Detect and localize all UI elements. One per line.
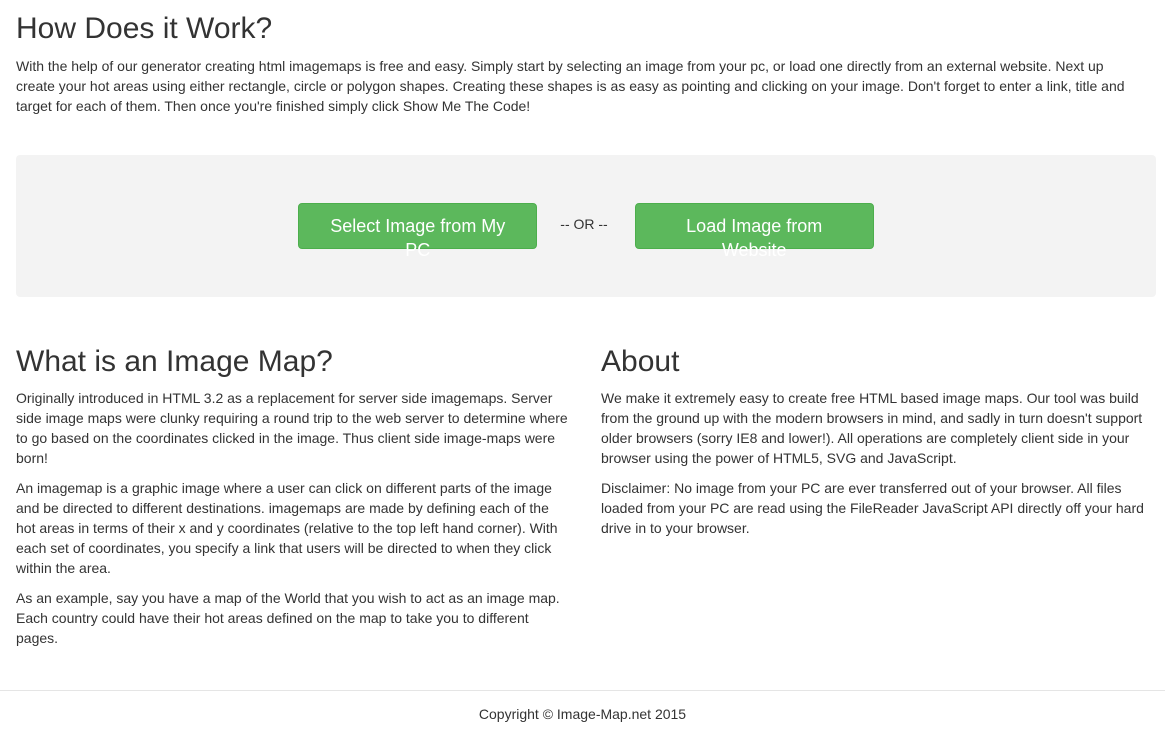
select-image-from-pc-button[interactable]: Select Image from My PC [298, 203, 538, 260]
about-paragraph: We make it extremely easy to create free… [601, 390, 1143, 466]
copyright-text: Copyright © Image-Map.net 2015 [478, 706, 687, 722]
about-heading: About [601, 345, 680, 378]
footer: Copyright © Image-Map.net 2015 [0, 690, 1165, 724]
about-section: About We make it extremely easy to creat… [601, 345, 1156, 548]
disclaimer-paragraph: Disclaimer: No image from your PC are ev… [601, 480, 1144, 536]
what-is-image-map-heading: What is an Image Map? [16, 345, 333, 378]
what-is-paragraph: Originally introduced in HTML 3.2 as a r… [16, 390, 568, 466]
load-image-from-website-button[interactable]: Load Image from Website [634, 203, 874, 260]
how-it-works-section: How Does it Work? With the help of our g… [16, 0, 1156, 126]
intro-paragraph: With the help of our generator creating … [16, 58, 1125, 114]
what-is-paragraph: An imagemap is a graphic image where a u… [16, 480, 558, 576]
page-title: How Does it Work? [16, 12, 273, 45]
what-is-paragraph: As an example, say you have a map of the… [16, 590, 560, 646]
image-source-panel: Select Image from My PC -- OR -- Load Im… [16, 155, 1156, 297]
what-is-image-map-section: What is an Image Map? Originally introdu… [16, 345, 571, 658]
or-separator: -- OR -- [560, 216, 608, 232]
